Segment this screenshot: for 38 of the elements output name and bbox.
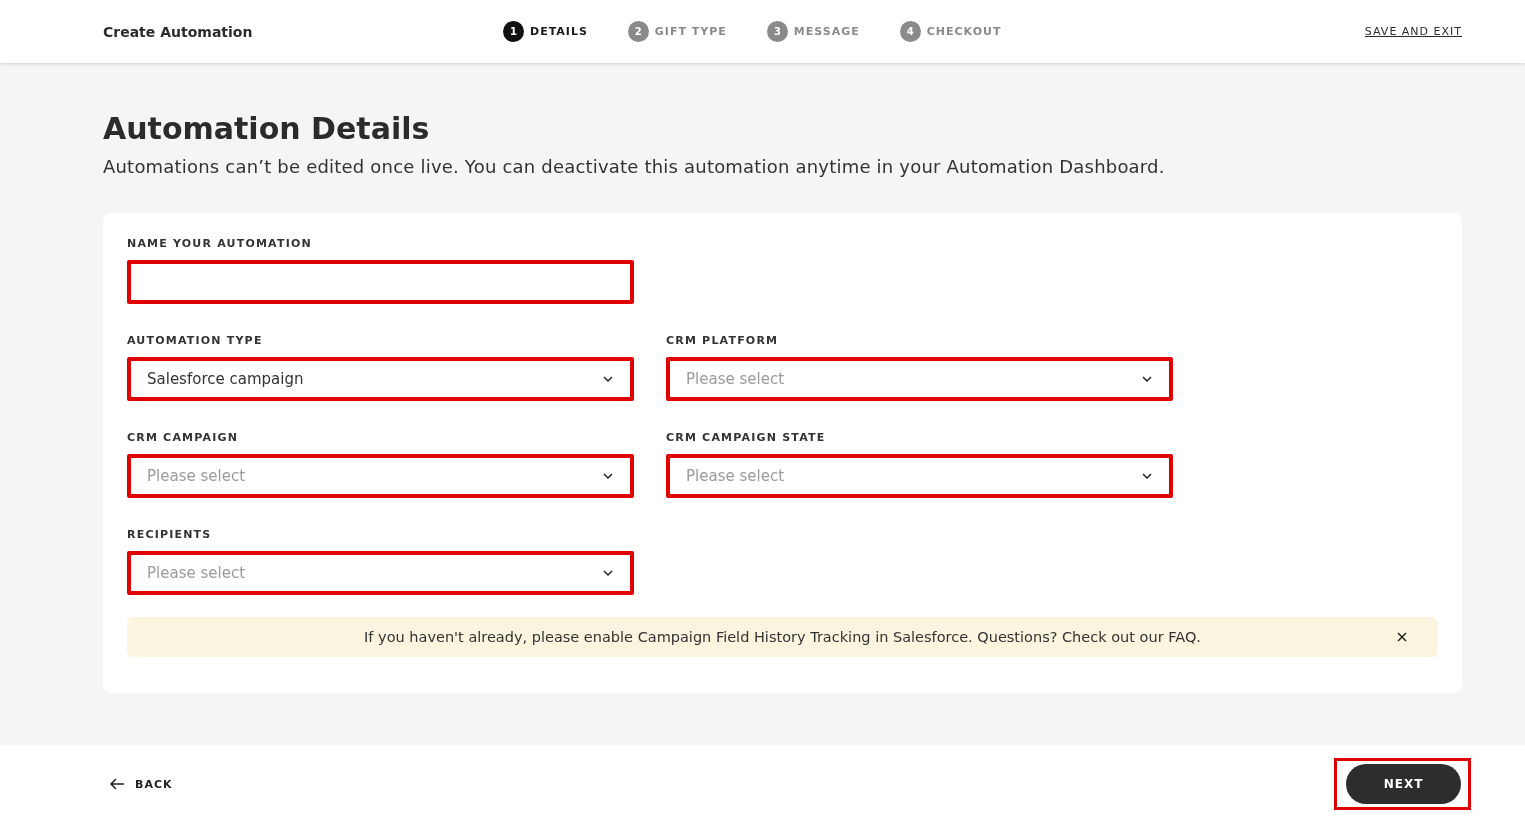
chevron-down-icon bbox=[602, 472, 614, 480]
step-label: MESSAGE bbox=[793, 25, 860, 38]
faq-link[interactable]: FAQ bbox=[1168, 629, 1197, 645]
select-field[interactable]: Please select bbox=[666, 454, 1173, 498]
next-button[interactable]: NEXT bbox=[1346, 764, 1461, 804]
step-number: 1 bbox=[503, 21, 524, 42]
step-label: CHECKOUT bbox=[926, 25, 1002, 38]
save-and-exit-link[interactable]: SAVE AND EXIT bbox=[1364, 25, 1462, 38]
field-label: RECIPIENTS bbox=[127, 528, 213, 541]
back-button[interactable]: BACK bbox=[103, 776, 179, 792]
select-field[interactable]: Please select bbox=[127, 454, 634, 498]
step-number: 2 bbox=[627, 21, 649, 42]
chevron-down-icon bbox=[1141, 472, 1153, 480]
arrow-left-icon bbox=[109, 777, 125, 791]
field-label: AUTOMATION TYPE bbox=[127, 334, 264, 347]
field-label: CRM CAMPAIGN bbox=[127, 431, 240, 444]
step-label: GIFT TYPE bbox=[654, 25, 727, 38]
step-label: DETAILS bbox=[530, 25, 588, 38]
chevron-down-icon bbox=[1141, 375, 1153, 383]
select-field[interactable]: Salesforce campaign bbox=[127, 357, 634, 401]
field-label: CRM CAMPAIGN STATE bbox=[666, 431, 827, 444]
step-number: 4 bbox=[899, 21, 921, 42]
step-tab[interactable]: 1 DETAILS bbox=[503, 21, 588, 42]
step-number: 3 bbox=[766, 21, 788, 42]
page-subtitle: Automations can’t be edited once live. You can deactivate this automation anytime in your Automation Dashboard. bbox=[103, 156, 1166, 177]
input-field[interactable] bbox=[127, 260, 634, 304]
chevron-down-icon bbox=[602, 375, 614, 383]
field-label: NAME YOUR AUTOMATION bbox=[127, 237, 313, 250]
app-title: Create Automation bbox=[103, 23, 254, 40]
chevron-down-icon bbox=[602, 569, 614, 577]
step-tab[interactable]: 4 CHECKOUT bbox=[899, 21, 1002, 42]
select-field[interactable]: Please select bbox=[666, 357, 1173, 401]
page-title: Automation Details bbox=[103, 111, 431, 146]
notice-text: If you haven't already, please enable Campaign Field History Tracking in Salesforce. Questions? Check out our FAQ. bbox=[364, 629, 1201, 645]
step-tab[interactable]: 3 MESSAGE bbox=[766, 21, 860, 42]
select-field[interactable]: Please select bbox=[127, 551, 634, 595]
field-label: CRM PLATFORM bbox=[666, 334, 780, 347]
step-tab[interactable]: 2 GIFT TYPE bbox=[627, 21, 727, 42]
